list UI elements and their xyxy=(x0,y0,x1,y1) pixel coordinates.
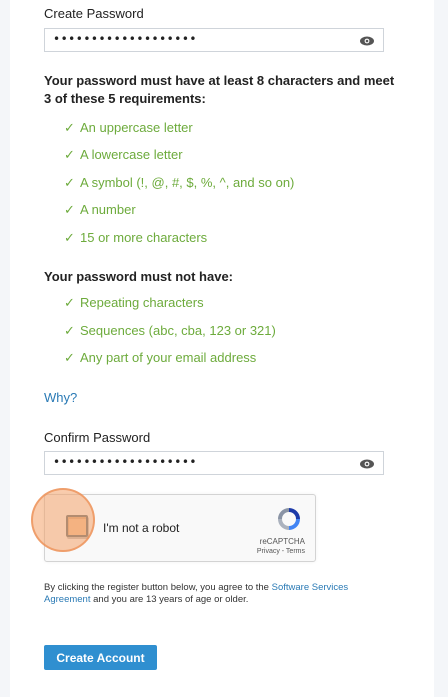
confirm-password-label: Confirm Password xyxy=(44,430,151,445)
check-icon: ✓ xyxy=(64,175,75,190)
eye-icon[interactable] xyxy=(359,35,375,47)
create-account-button[interactable]: Create Account xyxy=(44,645,157,670)
recaptcha-label: I'm not a robot xyxy=(103,521,180,535)
confirm-password-field[interactable]: ••••••••••••••••••• xyxy=(44,451,384,475)
check-icon: ✓ xyxy=(64,295,75,310)
requirement-item: ✓ A number xyxy=(64,202,136,217)
click-highlight-checkbox[interactable] xyxy=(66,515,88,537)
check-icon: ✓ xyxy=(64,230,75,245)
requirement-item: ✓ 15 or more characters xyxy=(64,230,208,245)
requirement-item: ✓ A lowercase letter xyxy=(64,147,183,162)
create-password-field[interactable]: ••••••••••••••••••• xyxy=(44,28,384,52)
recaptcha-links[interactable]: Privacy - Terms xyxy=(257,548,305,555)
requirements-title: Your password must have at least 8 chara… xyxy=(44,73,395,106)
requirement-item: ✓ An uppercase letter xyxy=(64,120,193,135)
restriction-item: ✓ Repeating characters xyxy=(64,295,204,310)
restriction-item: ✓ Sequences (abc, cba, 123 or 321) xyxy=(64,323,276,338)
check-icon: ✓ xyxy=(64,147,75,162)
recaptcha-logo-icon xyxy=(278,508,300,530)
check-icon: ✓ xyxy=(64,323,75,338)
eye-icon[interactable] xyxy=(359,458,375,470)
check-icon: ✓ xyxy=(64,350,75,365)
create-password-label: Create Password xyxy=(44,6,144,21)
terms-text: By clicking the register button below, y… xyxy=(44,582,349,605)
check-icon: ✓ xyxy=(64,202,75,217)
restrictions-title: Your password must not have: xyxy=(44,269,234,284)
create-password-value: ••••••••••••••••••• xyxy=(53,32,197,46)
confirm-password-value: ••••••••••••••••••• xyxy=(53,455,197,469)
requirement-item: ✓ A symbol (!, @, #, $, %, ^, and so on) xyxy=(64,175,295,190)
restriction-item: ✓ Any part of your email address xyxy=(64,350,257,365)
recaptcha-brand: reCAPTCHA xyxy=(259,537,305,546)
check-icon: ✓ xyxy=(64,120,75,135)
why-link[interactable]: Why? xyxy=(44,390,77,405)
